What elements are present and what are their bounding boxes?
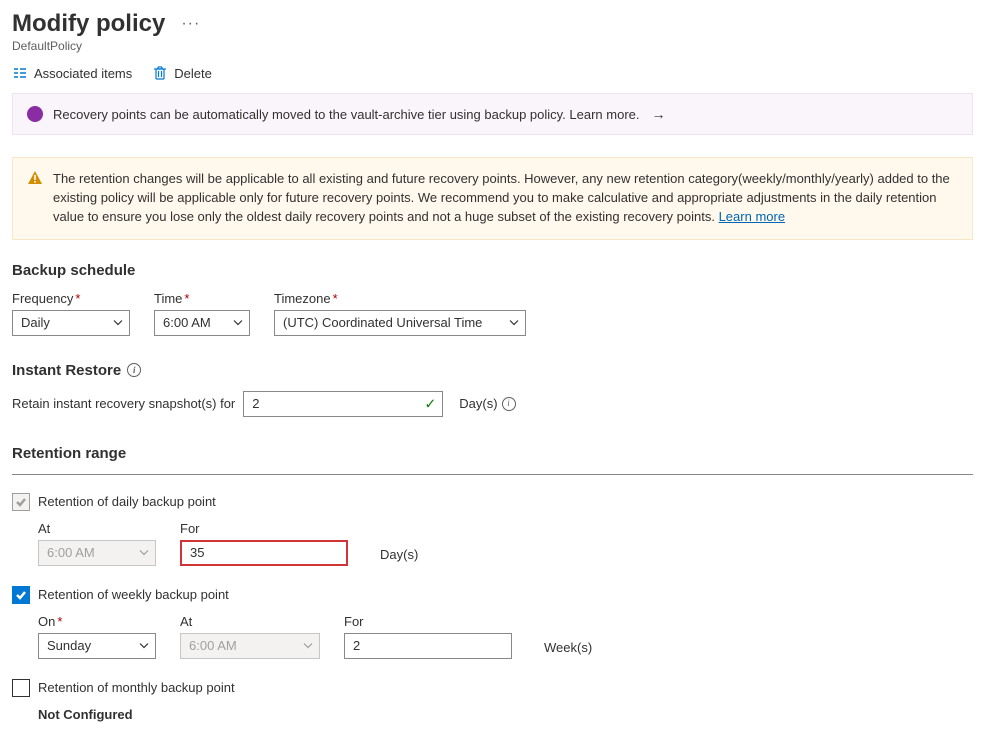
- delete-label: Delete: [174, 66, 212, 81]
- timezone-value: (UTC) Coordinated Universal Time: [283, 315, 482, 330]
- monthly-retention-checkbox[interactable]: [12, 679, 30, 697]
- archive-info-banner: Recovery points can be automatically mov…: [12, 93, 973, 135]
- warning-icon: [27, 170, 43, 186]
- chevron-down-icon: [509, 315, 519, 330]
- associated-items-button[interactable]: Associated items: [12, 65, 132, 81]
- more-actions-icon[interactable]: ···: [181, 15, 200, 33]
- command-bar: Associated items Delete: [12, 65, 973, 81]
- weekly-retention-label: Retention of weekly backup point: [38, 587, 229, 602]
- daily-at-select: 6:00 AM: [38, 540, 156, 566]
- weekly-at-select: 6:00 AM: [180, 633, 320, 659]
- daily-at-label: At: [38, 521, 156, 536]
- backup-schedule-title: Backup schedule: [12, 262, 973, 279]
- associated-items-label: Associated items: [34, 66, 132, 81]
- retention-warning-body: The retention changes will be applicable…: [53, 171, 950, 224]
- chevron-down-icon: [233, 315, 243, 330]
- weekly-on-value: Sunday: [47, 638, 91, 653]
- instant-restore-title: Instant Restore i: [12, 362, 973, 379]
- daily-at-value: 6:00 AM: [47, 545, 95, 560]
- archive-info-text: Recovery points can be automatically mov…: [53, 107, 640, 122]
- weekly-retention-checkbox[interactable]: [12, 586, 30, 604]
- instant-restore-lead: Retain instant recovery snapshot(s) for: [12, 396, 235, 411]
- arrow-right-icon[interactable]: →: [652, 106, 666, 122]
- trash-icon: [152, 65, 168, 81]
- weekly-on-select[interactable]: Sunday: [38, 633, 156, 659]
- time-value: 6:00 AM: [163, 315, 211, 330]
- daily-for-label: For: [180, 521, 348, 536]
- daily-retention-checkbox: [12, 493, 30, 511]
- divider: [12, 474, 973, 475]
- chevron-down-icon: [139, 638, 149, 653]
- retention-warning-text: The retention changes will be applicable…: [53, 170, 958, 227]
- chevron-down-icon: [303, 638, 313, 653]
- weekly-on-label: On*: [38, 614, 156, 629]
- daily-retention-label: Retention of daily backup point: [38, 494, 216, 509]
- info-icon[interactable]: i: [127, 363, 141, 377]
- compass-icon: [27, 106, 43, 122]
- chevron-down-icon: [139, 545, 149, 560]
- monthly-retention-label: Retention of monthly backup point: [38, 680, 235, 695]
- info-icon[interactable]: i: [502, 397, 516, 411]
- frequency-value: Daily: [21, 315, 50, 330]
- frequency-select[interactable]: Daily: [12, 310, 130, 336]
- time-select[interactable]: 6:00 AM: [154, 310, 250, 336]
- page-title: Modify policy: [12, 10, 165, 38]
- weekly-at-label: At: [180, 614, 320, 629]
- instant-restore-unit: Day(s) i: [459, 396, 515, 411]
- daily-unit: Day(s): [380, 547, 418, 562]
- weekly-unit: Week(s): [544, 640, 592, 655]
- weekly-at-value: 6:00 AM: [189, 638, 237, 653]
- check-icon: ✓: [425, 395, 437, 412]
- monthly-not-configured: Not Configured: [12, 707, 973, 722]
- retention-warning-banner: The retention changes will be applicable…: [12, 157, 973, 240]
- learn-more-link[interactable]: Learn more: [719, 209, 785, 224]
- policy-subtitle: DefaultPolicy: [12, 39, 973, 53]
- retention-range-title: Retention range: [12, 445, 973, 462]
- instant-restore-days-input[interactable]: ✓: [243, 391, 443, 417]
- weekly-for-input[interactable]: [344, 633, 512, 659]
- list-icon: [12, 65, 28, 81]
- weekly-for-label: For: [344, 614, 512, 629]
- frequency-label: Frequency*: [12, 291, 130, 306]
- timezone-label: Timezone*: [274, 291, 526, 306]
- chevron-down-icon: [113, 315, 123, 330]
- daily-for-input[interactable]: [180, 540, 348, 566]
- time-label: Time*: [154, 291, 250, 306]
- timezone-select[interactable]: (UTC) Coordinated Universal Time: [274, 310, 526, 336]
- delete-button[interactable]: Delete: [152, 65, 212, 81]
